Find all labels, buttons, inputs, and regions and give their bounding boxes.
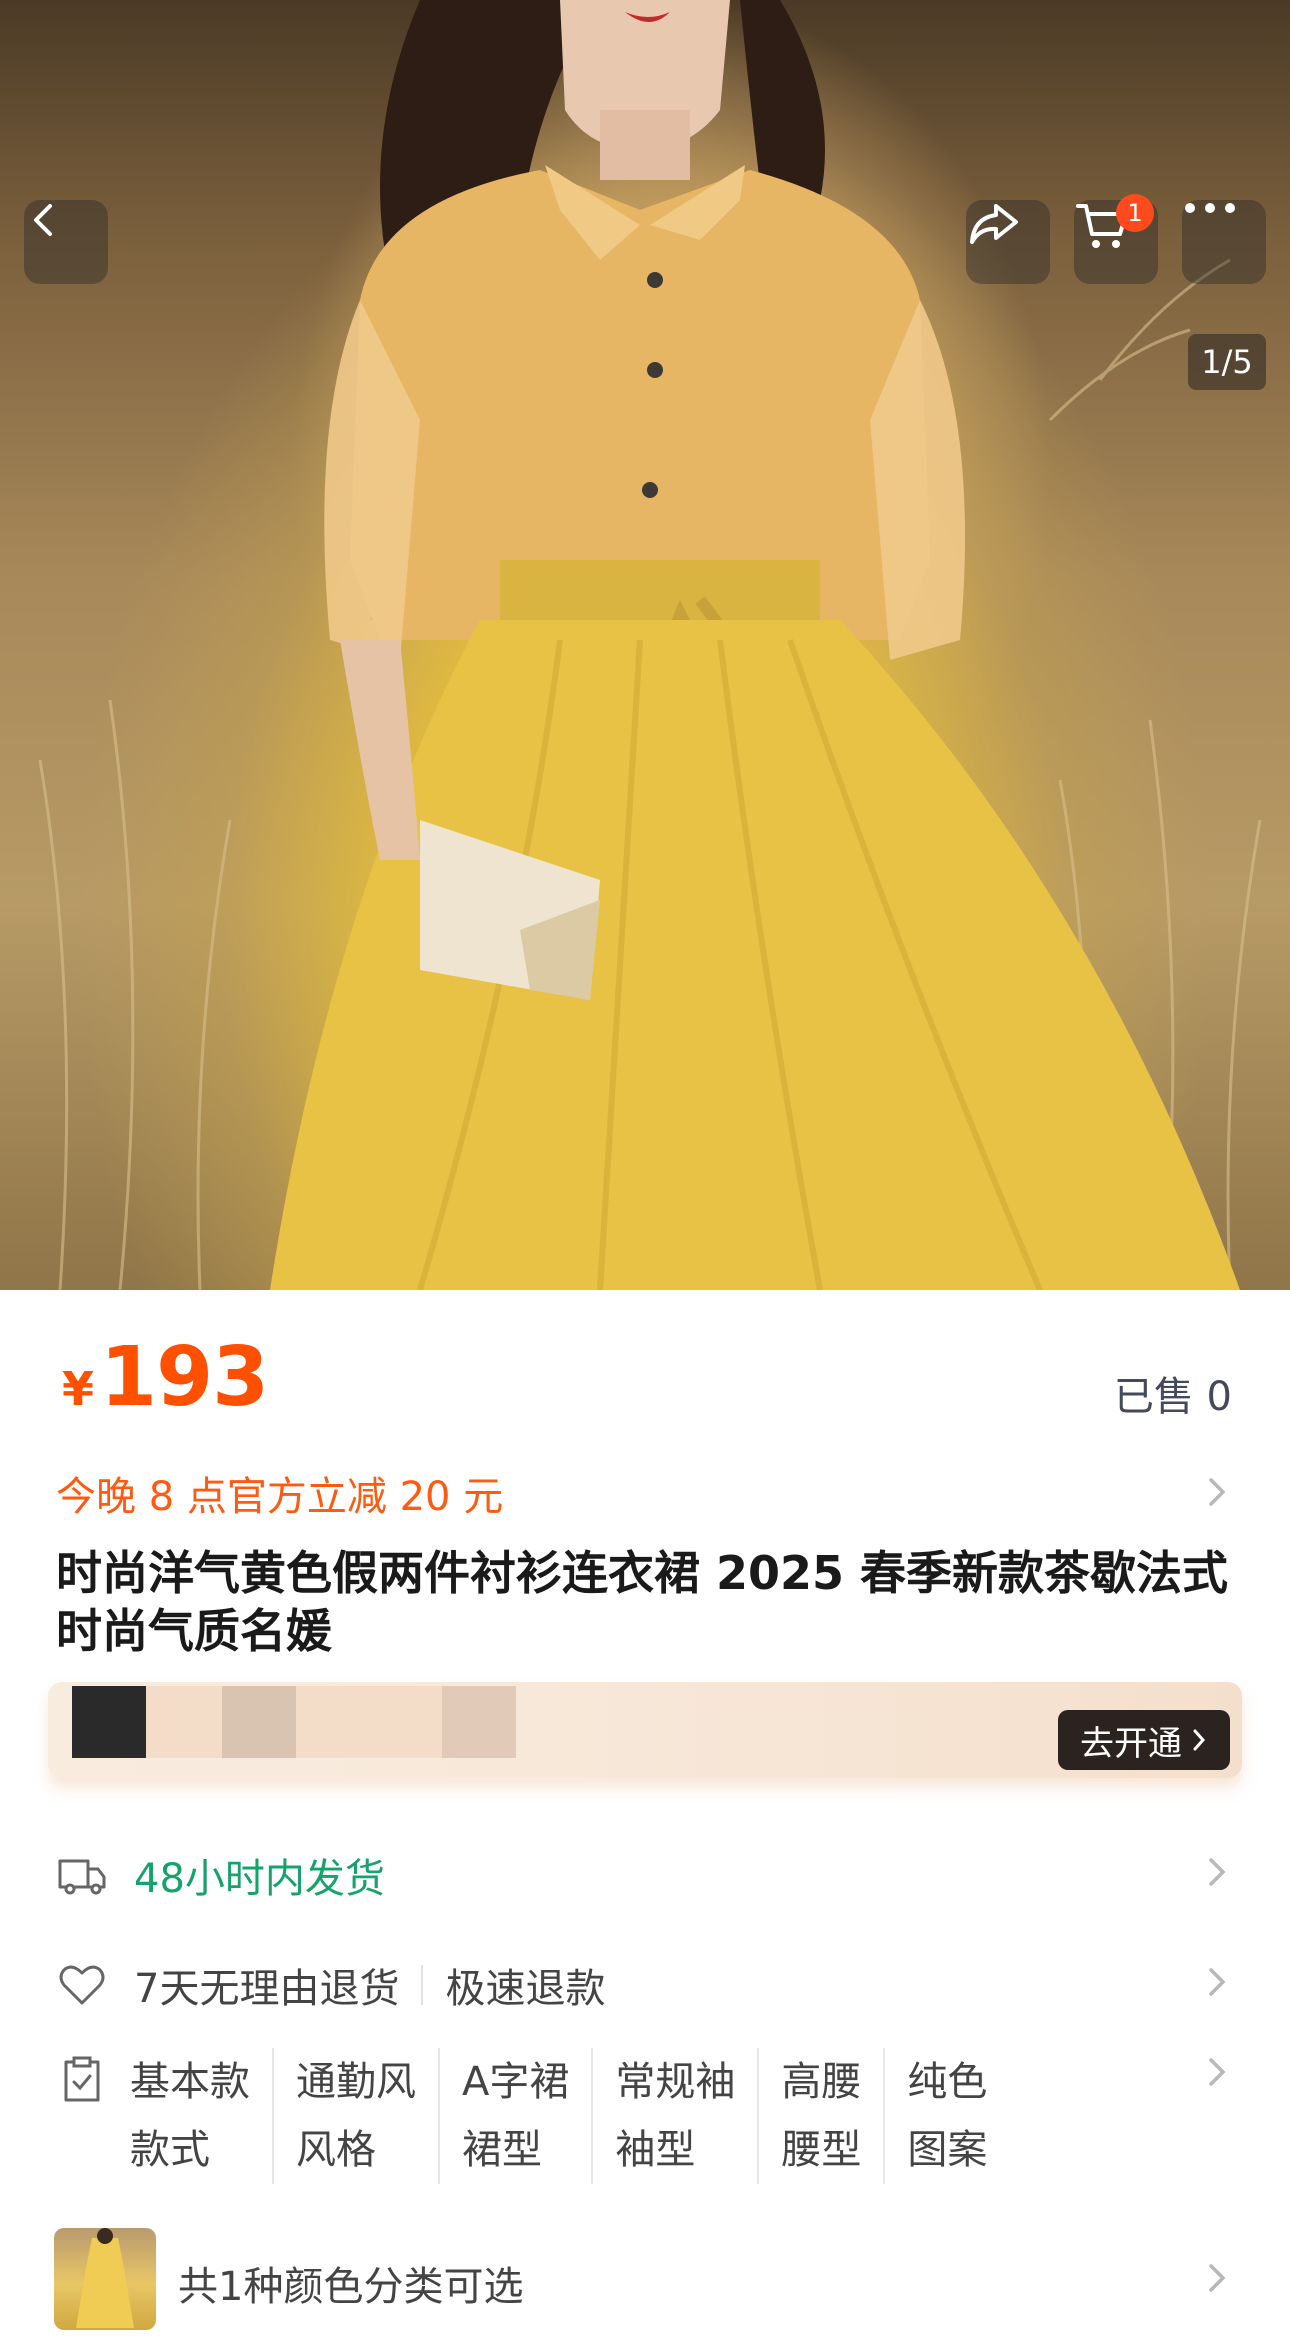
truck-icon	[58, 1859, 106, 1895]
attribute-value: 高腰	[781, 2059, 862, 2105]
product-image[interactable]: 1 1/5	[0, 0, 1290, 1290]
attribute-item: 通勤风 风格	[296, 2048, 440, 2184]
attribute-value: A字裙	[462, 2059, 570, 2105]
sold-count: 已售 0	[1113, 1374, 1232, 1420]
product-title: 时尚洋气黄色假两件衬衫连衣裙 2025 春季新款茶歇法式时尚气质名媛	[56, 1546, 1229, 1658]
attribute-item: 纯色 图案	[907, 2048, 1009, 2184]
more-button[interactable]	[1182, 200, 1266, 284]
cart-button[interactable]: 1	[1074, 194, 1158, 284]
attribute-key: 腰型	[781, 2127, 862, 2173]
chevron-right-icon[interactable]	[1202, 1852, 1232, 1892]
attribute-item: A字裙 裙型	[462, 2048, 594, 2184]
attributes-list[interactable]: 基本款 款式 通勤风 风格 A字裙 裙型 常规袖 袖型 高腰 腰型 纯色 图案	[130, 2048, 1031, 2184]
chevron-right-icon[interactable]	[1202, 1472, 1232, 1512]
blurred-block	[442, 1686, 516, 1758]
variants-row[interactable]: 共1种颜色分类可选	[178, 2254, 523, 2312]
clipboard-icon	[64, 2056, 100, 2102]
blurred-block	[146, 1686, 222, 1758]
attribute-key: 袖型	[615, 2127, 696, 2173]
chevron-right-icon	[1193, 1729, 1206, 1751]
back-button[interactable]	[24, 200, 108, 284]
variant-thumbnail[interactable]	[54, 2228, 156, 2330]
more-icon	[1185, 203, 1235, 213]
image-counter: 1/5	[1188, 334, 1266, 390]
chevron-right-icon[interactable]	[1202, 1962, 1232, 2002]
cart-badge: 1	[1116, 194, 1154, 232]
chevron-right-icon[interactable]	[1202, 2258, 1232, 2298]
open-membership-button[interactable]: 去开通	[1058, 1710, 1230, 1770]
variant-thumbnail-image	[76, 2228, 134, 2328]
price-block: ¥ 193	[62, 1330, 269, 1430]
membership-banner[interactable]: 去开通	[48, 1682, 1242, 1778]
attribute-value: 纯色	[907, 2059, 988, 2105]
share-button[interactable]	[966, 200, 1050, 284]
attribute-item: 常规袖 袖型	[615, 2048, 760, 2184]
attribute-key: 风格	[296, 2127, 376, 2173]
attribute-key: 图案	[907, 2127, 988, 2173]
attribute-item: 高腰 腰型	[781, 2048, 886, 2184]
attribute-item: 基本款 款式	[130, 2048, 274, 2184]
divider	[421, 1965, 424, 2005]
blurred-block	[222, 1686, 296, 1758]
returns-text: 7天无理由退货	[134, 1966, 400, 2012]
shipping-row[interactable]: 48小时内发货	[56, 1846, 385, 1904]
open-button-label: 去开通	[1080, 1723, 1182, 1764]
returns-row[interactable]: 7天无理由退货 极速退款	[56, 1956, 605, 2014]
back-icon	[34, 204, 52, 236]
attribute-key: 裙型	[462, 2127, 542, 2173]
price: 193	[100, 1330, 269, 1425]
shipping-text: 48小时内发货	[134, 1856, 385, 1902]
refund-text: 极速退款	[445, 1966, 606, 2012]
currency-symbol: ¥	[62, 1362, 95, 1416]
product-photo	[38, 0, 1262, 1290]
blurred-block	[72, 1686, 146, 1758]
variants-text: 共1种颜色分类可选	[178, 2264, 524, 2310]
chevron-right-icon[interactable]	[1202, 2052, 1232, 2092]
attribute-value: 通勤风	[296, 2059, 416, 2105]
share-icon	[970, 204, 1018, 244]
promo-text[interactable]: 今晚 8 点官方立减 20 元	[56, 1464, 503, 1522]
attribute-value: 基本款	[130, 2059, 250, 2105]
attribute-key: 款式	[130, 2127, 210, 2173]
heart-icon	[59, 1965, 105, 2005]
blurred-block	[296, 1686, 442, 1758]
attribute-value: 常规袖	[615, 2059, 736, 2105]
